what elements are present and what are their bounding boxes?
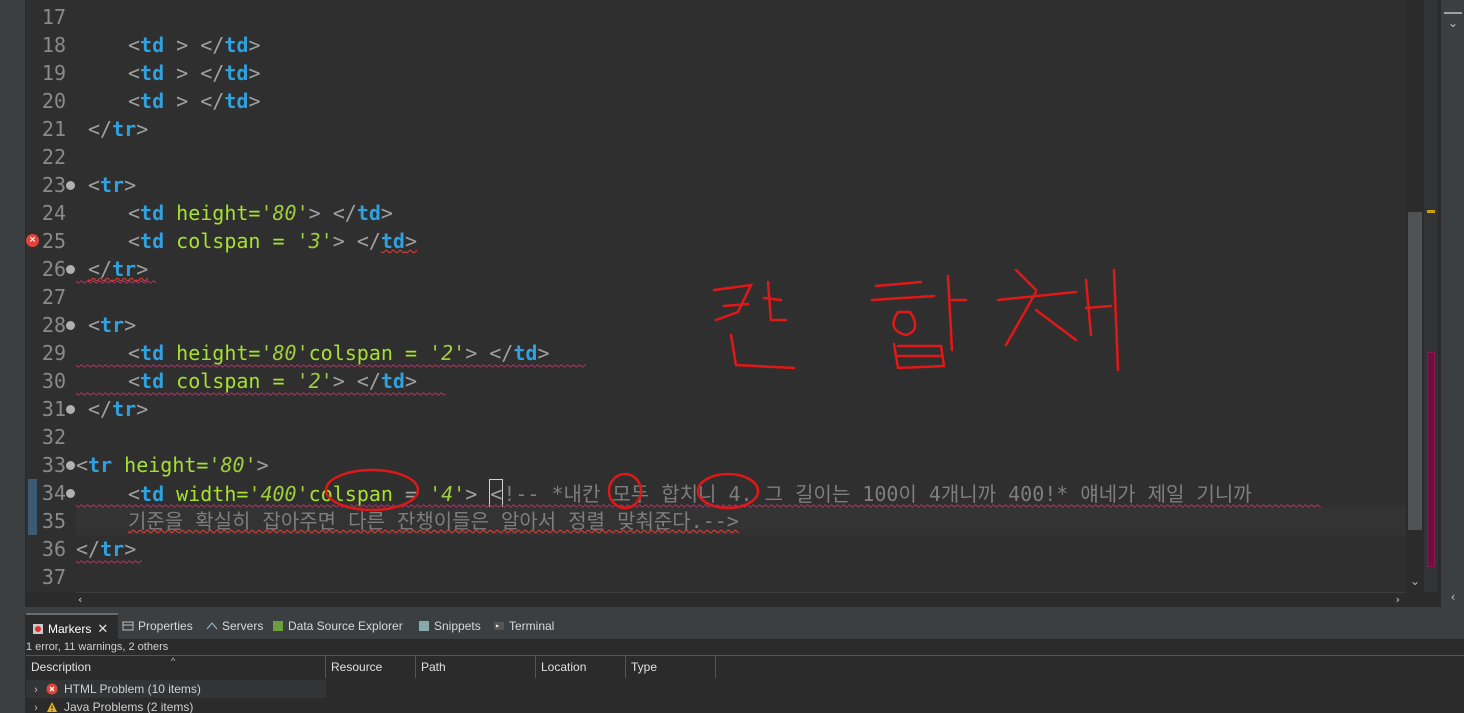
properties-icon — [122, 621, 134, 631]
column-location[interactable]: Location — [536, 656, 626, 678]
panel-tab-bar: Markers ✕ Properties Servers Data Source … — [26, 613, 1464, 640]
error-squiggle — [76, 392, 446, 396]
editor-horizontal-scrollbar[interactable]: ‹ › — [76, 592, 1406, 607]
tab-properties[interactable]: Properties — [122, 613, 193, 640]
tab-label: Markers — [48, 622, 92, 636]
tab-label: Properties — [138, 619, 193, 633]
tab-data-source-explorer[interactable]: Data Source Explorer — [272, 613, 403, 640]
markers-table-header: Description ^ Resource Path Location Type — [26, 655, 1464, 678]
row-label: Java Problems (2 items) — [64, 700, 194, 713]
scroll-left-icon[interactable]: ‹ — [78, 593, 82, 607]
chevron-right-icon[interactable]: › — [26, 699, 46, 713]
column-resource[interactable]: Resource — [326, 656, 416, 678]
tab-servers[interactable]: Servers — [206, 613, 263, 640]
data-source-icon — [273, 621, 283, 631]
terminal-icon — [494, 622, 504, 630]
bottom-panel: Markers ✕ Properties Servers Data Source … — [26, 613, 1464, 713]
chevron-right-icon[interactable]: › — [26, 681, 46, 699]
minimize-icon[interactable] — [1444, 12, 1462, 14]
column-type[interactable]: Type — [626, 656, 716, 678]
highlight-circle — [607, 472, 643, 510]
sort-up-icon: ^ — [171, 656, 176, 666]
markers-icon — [33, 624, 43, 634]
error-squiggle — [76, 364, 586, 368]
scroll-right-icon[interactable]: › — [1396, 593, 1400, 607]
servers-icon — [206, 622, 218, 630]
markers-summary: 1 error, 11 warnings, 2 others — [26, 641, 169, 653]
column-label: Description — [31, 660, 92, 674]
warning-icon — [47, 702, 57, 712]
right-trim: ⌄ ‹ — [1440, 0, 1464, 607]
tab-label: Terminal — [509, 619, 555, 633]
overview-ruler[interactable] — [1424, 0, 1438, 592]
row-label: HTML Problem (10 items) — [64, 682, 201, 696]
editor-vertical-scrollbar[interactable]: ⌄ — [1406, 0, 1424, 592]
error-marker[interactable] — [1427, 352, 1435, 567]
scrollbar-thumb[interactable] — [1408, 212, 1422, 530]
error-icon — [46, 683, 58, 695]
close-icon[interactable]: ✕ — [97, 621, 108, 636]
error-squiggle — [76, 504, 1321, 508]
error-squiggle — [76, 560, 142, 564]
column-description[interactable]: Description ^ — [26, 656, 326, 678]
code-editor[interactable]: 17 18 19 20 21 22 23 24 25 × 26 27 28 29 30 31 32 33 34 35 3… — [26, 0, 1424, 592]
chevron-left-icon[interactable]: ‹ — [1441, 590, 1464, 604]
tab-label: Snippets — [434, 619, 481, 633]
chevron-down-icon[interactable]: ⌄ — [1441, 16, 1464, 30]
error-squiggle — [76, 280, 156, 284]
handwritten-annotation — [712, 268, 1120, 372]
tab-markers[interactable]: Markers ✕ — [26, 613, 118, 640]
tab-label: Servers — [222, 619, 264, 633]
warning-marker[interactable] — [1427, 210, 1435, 213]
tab-terminal[interactable]: Terminal — [493, 613, 554, 640]
table-row[interactable]: › Java Problems (2 items) — [26, 698, 326, 713]
tab-label: Data Source Explorer — [288, 619, 403, 633]
chevron-down-icon[interactable]: ⌄ — [1408, 572, 1422, 590]
snippets-icon — [419, 621, 429, 631]
table-row[interactable]: › HTML Problem (10 items) — [26, 680, 326, 698]
annotation-overlay — [76, 268, 1321, 564]
tab-snippets[interactable]: Snippets — [418, 613, 481, 640]
column-path[interactable]: Path — [416, 656, 536, 678]
highlight-circle — [696, 472, 760, 510]
